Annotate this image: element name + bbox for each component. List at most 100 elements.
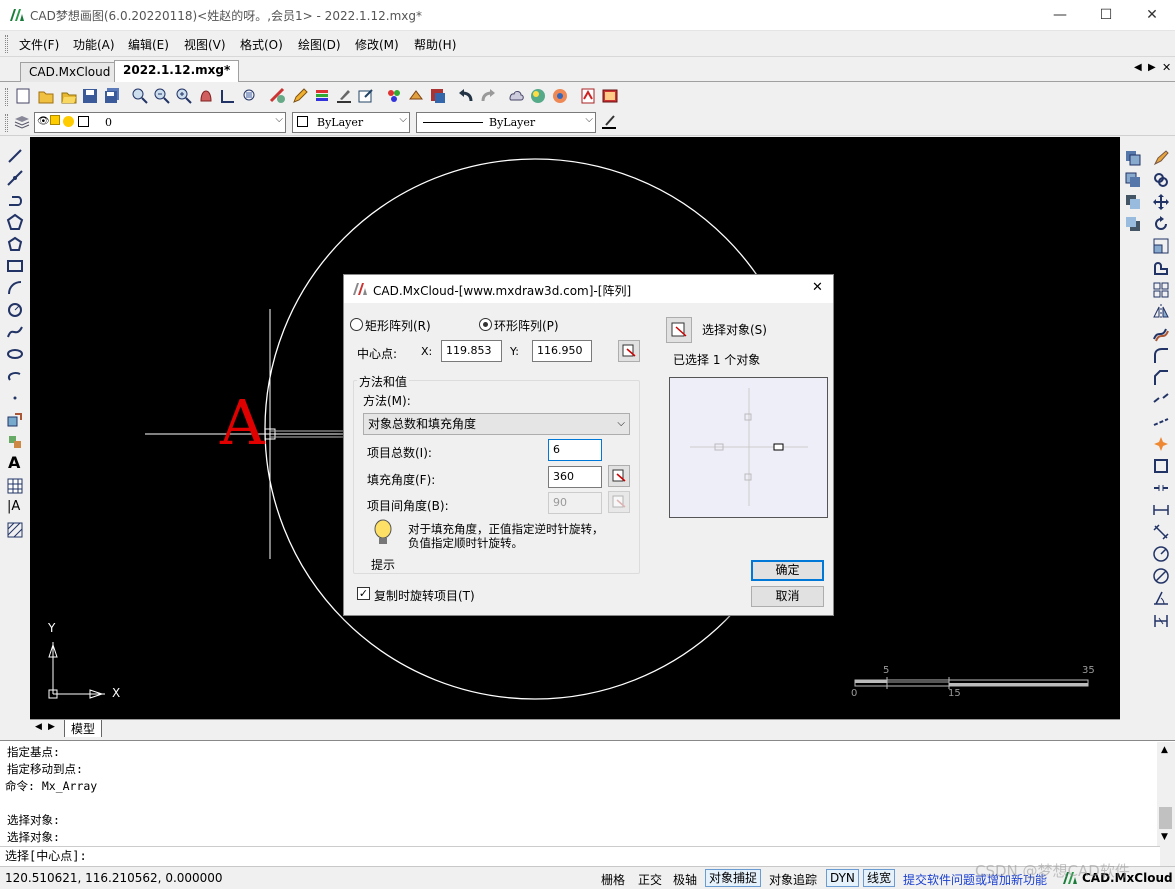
xline-icon[interactable] <box>6 169 24 187</box>
dimension-baseline-icon[interactable] <box>1152 611 1170 629</box>
linetype-combo[interactable]: ByLayer ⌵ <box>416 112 596 133</box>
pick-between-angle-button[interactable] <box>608 491 630 513</box>
grip-handle[interactable] <box>5 35 8 53</box>
pick-center-button[interactable] <box>618 340 640 362</box>
pentagon-icon[interactable] <box>6 235 24 253</box>
method-select[interactable]: 对象总数和填充角度 ⌵ <box>363 413 630 435</box>
spline-icon[interactable] <box>6 323 24 341</box>
menu-draw[interactable]: 绘图(D) <box>298 36 341 53</box>
undo-icon[interactable] <box>457 87 475 105</box>
zoom-realtime-icon[interactable] <box>153 87 171 105</box>
rect-array-label[interactable]: 矩形阵列(R) <box>365 317 431 334</box>
dimension-aligned-icon[interactable] <box>1152 523 1170 541</box>
tab-close-button[interactable]: ✕ <box>1162 61 1171 74</box>
grid-toggle[interactable]: 栅格 <box>601 871 625 888</box>
block-icon[interactable] <box>407 87 425 105</box>
cloud-icon[interactable] <box>507 87 525 105</box>
image-export-icon[interactable] <box>601 87 619 105</box>
menu-help[interactable]: 帮助(H) <box>414 36 456 53</box>
menu-modify[interactable]: 修改(M) <box>355 36 399 53</box>
rect-array-radio[interactable] <box>350 318 363 331</box>
arc-icon[interactable] <box>6 279 24 297</box>
command-history[interactable]: 指定基点: 指定移动到点: 命令: Mx_Array 选择对象: 选择对象: <box>0 740 1175 846</box>
osnap-toggle[interactable]: 对象捕捉 <box>705 869 762 887</box>
layers-color-icon[interactable] <box>313 87 331 105</box>
tab-cad-mxcloud[interactable]: CAD.MxCloud <box>20 62 120 82</box>
toolbar-grip[interactable] <box>5 114 8 132</box>
mtext-icon[interactable]: |A <box>7 499 20 514</box>
layer-combo[interactable]: 👁 0 ⌵ <box>34 112 286 133</box>
stretch-icon[interactable] <box>1152 259 1170 277</box>
send-back-icon[interactable] <box>1124 215 1142 233</box>
save-icon[interactable] <box>81 87 99 105</box>
tab-drawing[interactable]: 2022.1.12.mxg* <box>114 60 240 82</box>
copy-layers-icon[interactable] <box>1124 149 1142 167</box>
array-icon[interactable] <box>1152 281 1170 299</box>
save-all-icon[interactable] <box>103 87 121 105</box>
dimension-diameter-icon[interactable] <box>1152 567 1170 585</box>
chamfer-icon[interactable] <box>1152 369 1170 387</box>
pencil-icon[interactable] <box>291 87 309 105</box>
lineweight-icon[interactable] <box>600 113 618 131</box>
pan-icon[interactable] <box>197 87 215 105</box>
make-block-icon[interactable] <box>6 433 24 451</box>
move-icon[interactable] <box>1152 193 1170 211</box>
zoom-in-icon[interactable] <box>175 87 193 105</box>
lineweight-toggle[interactable]: 线宽 <box>863 869 896 887</box>
menu-edit[interactable]: 编辑(E) <box>128 36 169 53</box>
polar-array-radio[interactable] <box>479 318 492 331</box>
zoom-extents-icon[interactable] <box>241 87 259 105</box>
angle-between-input[interactable]: 90 <box>548 492 602 514</box>
bring-front-icon[interactable] <box>1124 193 1142 211</box>
menu-view[interactable]: 视图(V) <box>184 36 226 53</box>
select-objects-button[interactable] <box>666 317 692 343</box>
open-folder-icon[interactable] <box>60 87 78 105</box>
otrack-toggle[interactable]: 对象追踪 <box>769 871 817 888</box>
polyline-icon[interactable] <box>6 191 24 209</box>
insert-block-icon[interactable] <box>6 411 24 429</box>
polygon-icon[interactable] <box>6 213 24 231</box>
trim-icon[interactable] <box>1152 413 1170 431</box>
dimension-linear-icon[interactable] <box>1152 501 1170 519</box>
scroll-down-icon[interactable]: ▼ <box>1161 832 1168 842</box>
menu-function[interactable]: 功能(A) <box>73 36 115 53</box>
mirror-icon[interactable] <box>1152 303 1170 321</box>
polar-toggle[interactable]: 极轴 <box>673 871 697 888</box>
layout-next-button[interactable]: ▶ <box>48 722 55 732</box>
edit-properties-icon[interactable] <box>357 87 375 105</box>
fillet-icon[interactable] <box>1152 347 1170 365</box>
insert-block-icon[interactable] <box>429 87 447 105</box>
color-combo[interactable]: ByLayer ⌵ <box>292 112 410 133</box>
toolbar-grip[interactable] <box>5 88 8 106</box>
ellipse-icon[interactable] <box>6 345 24 363</box>
render-icon[interactable] <box>529 87 547 105</box>
rotate-icon[interactable] <box>1152 215 1170 233</box>
total-items-input[interactable]: 6 <box>548 439 602 461</box>
rotate-items-checkbox[interactable]: ✓ <box>357 587 370 600</box>
dialog-close-button[interactable]: ✕ <box>812 280 823 295</box>
erase-icon[interactable] <box>1152 149 1170 167</box>
line-icon[interactable] <box>6 147 24 165</box>
tab-next-button[interactable]: ▶ <box>1148 62 1156 73</box>
tab-prev-button[interactable]: ◀ <box>1134 62 1142 73</box>
dimension-angular-icon[interactable] <box>1152 589 1170 607</box>
polar-array-label[interactable]: 环形阵列(P) <box>494 317 559 334</box>
tab-model[interactable]: 模型 <box>64 720 103 737</box>
ortho-toggle[interactable]: 正交 <box>638 871 662 888</box>
hatch-icon[interactable] <box>6 521 24 539</box>
layer-stack-icon[interactable] <box>13 113 31 131</box>
circle-icon[interactable] <box>6 301 24 319</box>
new-file-icon[interactable] <box>14 87 32 105</box>
redo-icon[interactable] <box>479 87 497 105</box>
menu-file[interactable]: 文件(F) <box>19 36 59 53</box>
select-objects-label[interactable]: 选择对象(S) <box>702 321 767 338</box>
ucs-icon[interactable] <box>219 87 237 105</box>
close-button[interactable]: ✕ <box>1129 0 1175 30</box>
dyn-toggle[interactable]: DYN <box>826 869 859 887</box>
plugin-icon[interactable] <box>551 87 569 105</box>
center-y-input[interactable]: 116.950 <box>532 340 592 362</box>
copy-icon[interactable] <box>1152 171 1170 189</box>
maximize-button[interactable]: ☐ <box>1083 0 1129 30</box>
text-tool-icon[interactable]: A <box>8 453 20 472</box>
menu-format[interactable]: 格式(O) <box>240 36 283 53</box>
